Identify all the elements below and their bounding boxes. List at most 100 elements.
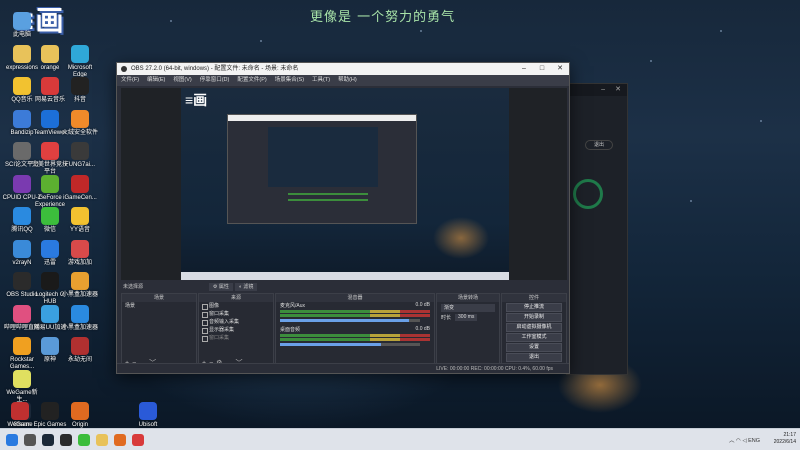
desktop-icon[interactable]: Microsoft Edge: [60, 44, 100, 79]
obs-menu-item[interactable]: 停靠窗口(D): [200, 75, 230, 86]
obs-menubar: 文件(F) 编辑(E) 视图(V) 停靠窗口(D) 配置文件(P) 场景集合(S) 工具(T…: [117, 75, 569, 86]
start-menu-icon[interactable]: [6, 434, 18, 446]
desktop-icon[interactable]: 火绒安全软件: [60, 109, 100, 137]
mixer-dock-title: 混音器: [276, 294, 434, 302]
app-icon: [71, 109, 89, 128]
desktop-icon[interactable]: WeGame新生...: [2, 369, 42, 404]
mixer-channel-name: 桌面音频: [280, 327, 301, 333]
tray-chevron-icon[interactable]: ︿: [729, 438, 736, 444]
wechat-taskbar-icon[interactable]: [78, 434, 90, 446]
desktop-icon-label: 游戏加加: [67, 259, 92, 266]
obs-app-icon: [121, 66, 127, 72]
desktop-icon[interactable]: YY语音: [60, 207, 100, 234]
sources-dock: 来源 图像 窗口采集 音频输入采集 显示器采集 窗口采集 +−⚙︿﹀: [198, 293, 274, 371]
app-icon: [11, 402, 29, 420]
properties-button[interactable]: ⚙ 属性: [209, 283, 233, 291]
maximize-icon[interactable]: □: [533, 63, 551, 75]
scenes-dock-title: 场景: [122, 294, 196, 302]
desktop-icon[interactable]: iGameCen...: [60, 174, 100, 202]
close-icon[interactable]: ✕: [615, 85, 621, 93]
desktop-icon[interactable]: FUNG7ai...: [60, 142, 100, 169]
app-icon: [13, 207, 31, 225]
mixer-channel-db: 0.0 dB: [415, 302, 430, 308]
exit-button[interactable]: 退出: [506, 353, 562, 362]
minimize-icon[interactable]: –: [601, 86, 605, 93]
scene-item[interactable]: 场景: [122, 302, 196, 310]
obs-window[interactable]: OBS 27.2.0 (64-bit, windows) - 配置文件: 未命名…: [116, 62, 570, 374]
app-icon: [71, 272, 89, 290]
source-item[interactable]: 窗口采集: [199, 334, 273, 342]
bgapp-exit-button[interactable]: 退出: [585, 140, 613, 150]
close-icon[interactable]: ✕: [551, 63, 569, 75]
app-icon: [13, 239, 31, 258]
obs-menu-item[interactable]: 文件(F): [121, 75, 139, 86]
volume-slider[interactable]: [280, 319, 420, 322]
desktop-icon-label: 小黑盒加速器: [61, 324, 98, 331]
star: [760, 120, 762, 122]
desktop-icon-label: 火绒安全软件: [61, 129, 98, 136]
app-icon: [41, 304, 59, 323]
stop-streaming-button[interactable]: 停止推流: [506, 303, 562, 312]
studio-mode-button[interactable]: 工作室模式: [506, 333, 562, 342]
desktop-icon[interactable]: 小黑盒加速器: [60, 272, 100, 299]
duration-input[interactable]: 300 ms: [455, 314, 478, 321]
obs-menu-item[interactable]: 配置文件(P): [237, 75, 266, 86]
obs-menu-item[interactable]: 场景集合(S): [275, 75, 304, 86]
steam-taskbar-icon[interactable]: [42, 434, 54, 446]
desktop-icon[interactable]: 游戏加加: [60, 239, 100, 267]
settings-button[interactable]: 设置: [506, 343, 562, 352]
search-icon[interactable]: [24, 434, 36, 446]
desktop-icon[interactable]: 此电脑: [2, 12, 42, 39]
source-item[interactable]: 图像: [199, 302, 273, 310]
background-app-window[interactable]: – ✕ 退出: [566, 83, 628, 375]
source-item[interactable]: 显示器采集: [199, 326, 273, 334]
audio-mixer-dock: 混音器 麦克风/Aux 0.0 dB 桌面音频 0.0 dB: [275, 293, 435, 371]
obs-menu-item[interactable]: 编辑(E): [147, 75, 165, 86]
app-icon: [41, 207, 59, 225]
app-icon: [71, 337, 89, 355]
desktop-icon[interactable]: 抖音: [60, 77, 100, 104]
desktop-icon[interactable]: 小黑盒加速器: [60, 304, 100, 332]
mixer-channel-name: 麦克风/Aux: [280, 303, 306, 309]
obs-menu-item[interactable]: 视图(V): [173, 75, 191, 86]
controls-dock: 控件 停止推流 开始录制 启动虚拟摄像机 工作室模式 设置 退出: [501, 293, 567, 371]
volume-slider[interactable]: [280, 343, 420, 346]
taskbar: ︿ ◠ ◁ ENG 21:17 2022/6/14: [0, 428, 800, 450]
mixer-channel-header: 桌面音频 0.0 dB: [276, 326, 434, 333]
app-icon: [71, 174, 89, 193]
transition-duration-row: 时长 300 ms: [441, 314, 495, 321]
nested-obs-preview: [227, 114, 417, 224]
obs-taskbar-icon[interactable]: [60, 434, 72, 446]
app-icon: [71, 239, 89, 258]
app-icon: [71, 402, 89, 420]
app-icon: [71, 207, 89, 225]
desktop-icon[interactable]: Origin: [60, 402, 100, 429]
obs-preview-canvas[interactable]: ≡画: [121, 88, 567, 280]
lyric-overlay: 更像是 一个努力的勇气: [310, 10, 456, 25]
input-language[interactable]: ENG: [748, 438, 760, 444]
app-taskbar-icon[interactable]: [114, 434, 126, 446]
nested-meter: [288, 193, 368, 195]
virtual-camera-button[interactable]: 启动虚拟摄像机: [506, 323, 562, 332]
system-tray[interactable]: ︿ ◠ ◁ ENG: [729, 436, 760, 444]
minimize-icon[interactable]: –: [515, 63, 533, 75]
taskbar-clock[interactable]: 21:17 2022/6/14: [774, 432, 796, 446]
source-item[interactable]: 音频输入采集: [199, 318, 273, 326]
obs-menu-item[interactable]: 工具(T): [312, 75, 330, 86]
filters-button[interactable]: ◐ 滤镜: [235, 283, 258, 291]
status-ring-icon: [573, 179, 603, 209]
obs-menu-item[interactable]: 帮助(H): [338, 75, 357, 86]
clock-time: 21:17: [783, 432, 796, 438]
start-recording-button[interactable]: 开始录制: [506, 313, 562, 322]
app-taskbar-icon[interactable]: [132, 434, 144, 446]
desktop-icon[interactable]: 永劫无间: [60, 337, 100, 364]
app-icon: [41, 337, 59, 355]
transition-type-select[interactable]: 渐变: [441, 304, 495, 312]
nested-titlebar: [228, 115, 416, 121]
mixer-channel-db: 0.0 dB: [415, 326, 430, 332]
desktop-icon[interactable]: WeGame: [0, 402, 40, 429]
file-explorer-icon[interactable]: [96, 434, 108, 446]
app-icon: [41, 109, 59, 128]
audio-level-meter: [280, 314, 430, 317]
source-item[interactable]: 窗口采集: [199, 310, 273, 318]
